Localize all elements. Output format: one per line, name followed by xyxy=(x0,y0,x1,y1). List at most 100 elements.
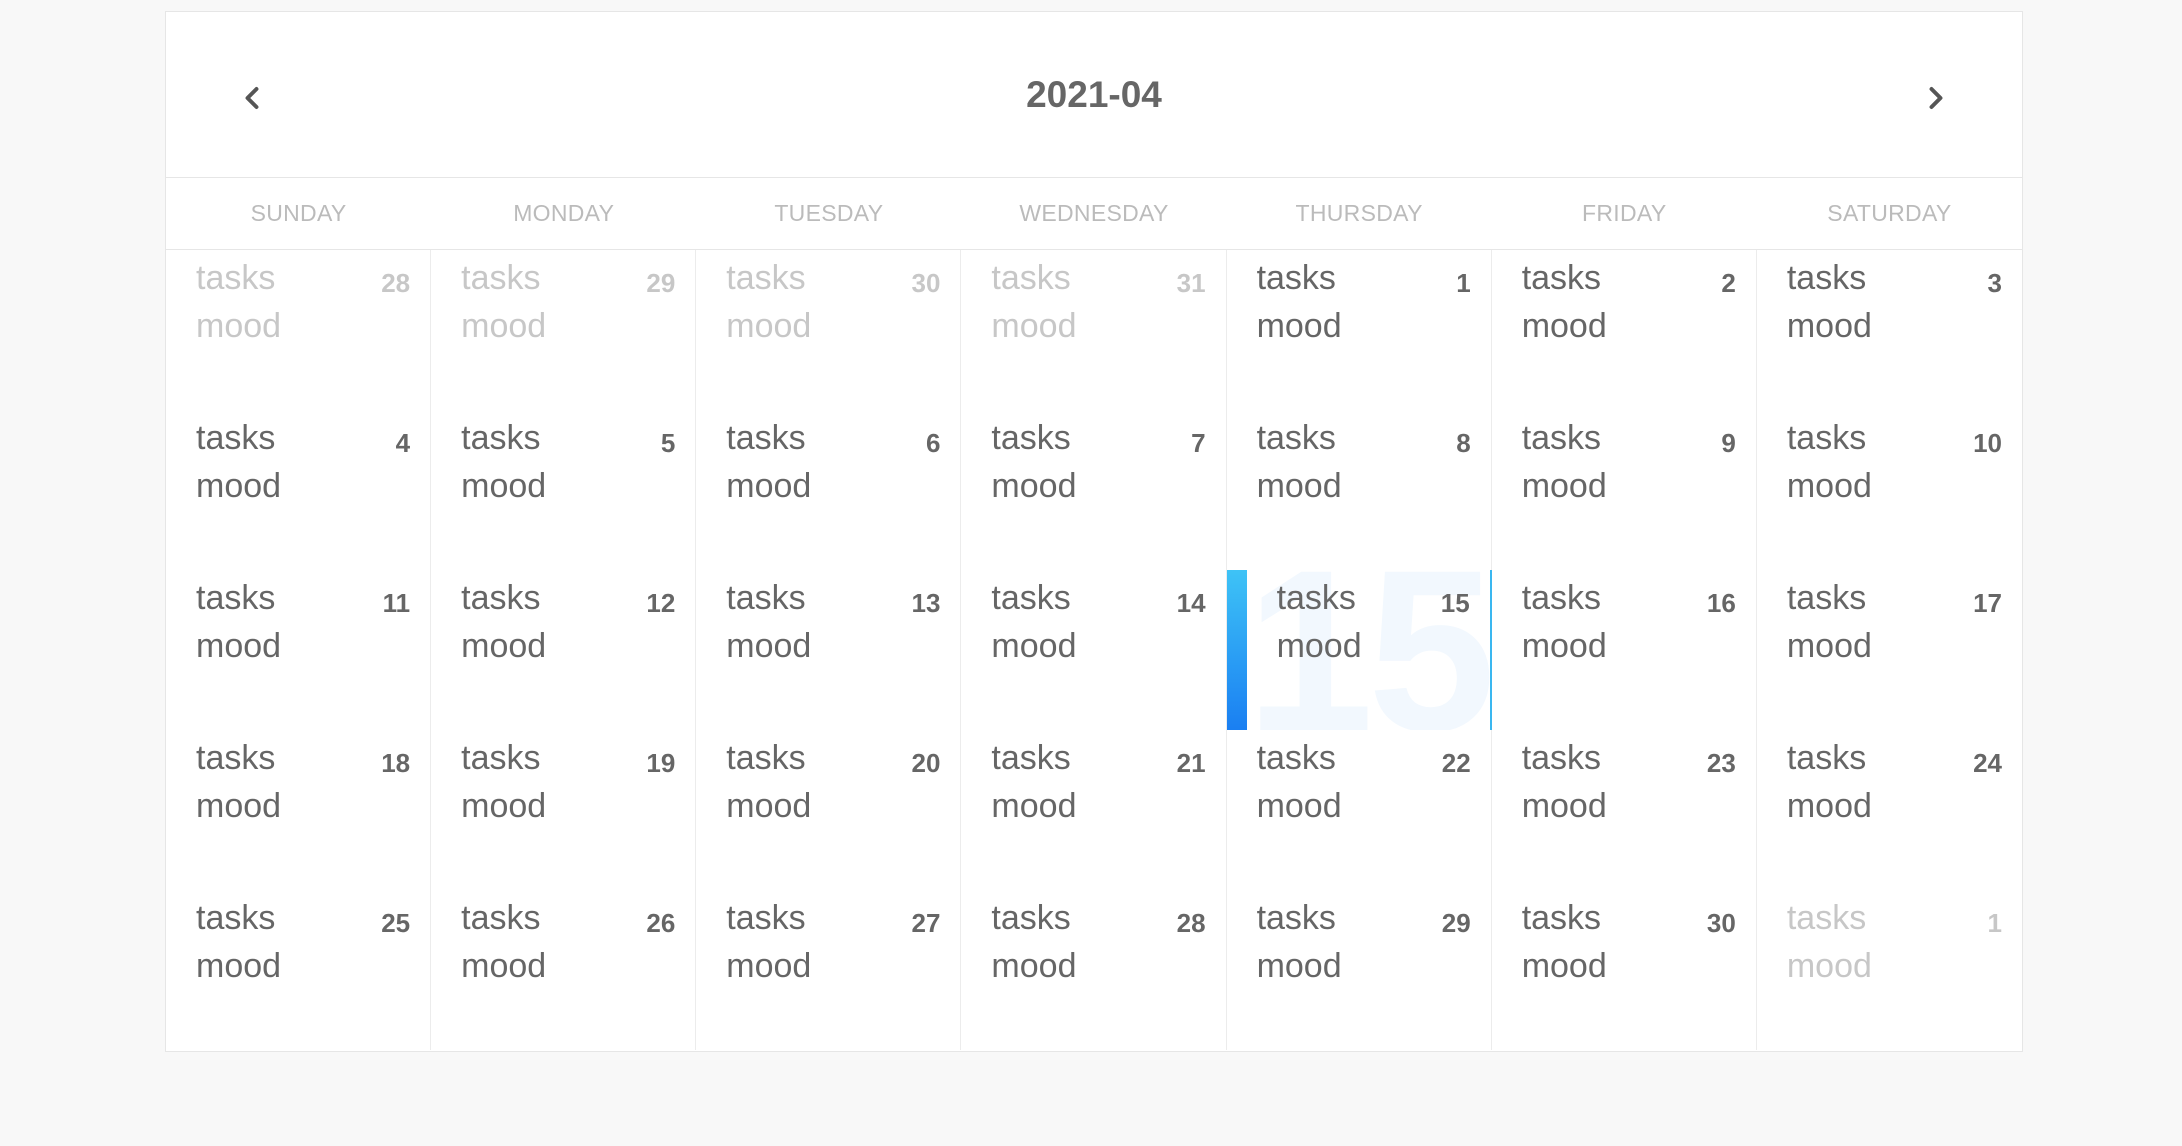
day-cell[interactable]: tasks mood 21 xyxy=(961,730,1227,890)
tasks-label[interactable]: tasks xyxy=(461,414,546,462)
day-cell[interactable]: tasks mood 4 xyxy=(166,410,432,570)
tasks-label[interactable]: tasks xyxy=(196,734,281,782)
mood-label[interactable]: mood xyxy=(1522,302,1607,350)
mood-label[interactable]: mood xyxy=(1257,302,1342,350)
tasks-label[interactable]: tasks xyxy=(991,254,1076,302)
mood-label[interactable]: mood xyxy=(461,942,546,990)
tasks-label[interactable]: tasks xyxy=(196,574,281,622)
mood-label[interactable]: mood xyxy=(1787,782,1872,830)
day-cell[interactable]: tasks mood 23 xyxy=(1492,730,1757,890)
tasks-label[interactable]: tasks xyxy=(1787,574,1872,622)
day-cell[interactable]: tasks mood 2 xyxy=(1492,250,1757,410)
day-cell[interactable]: tasks mood 17 xyxy=(1757,570,2022,730)
mood-label[interactable]: mood xyxy=(1522,782,1607,830)
mood-label[interactable]: mood xyxy=(726,462,811,510)
mood-label[interactable]: mood xyxy=(991,622,1076,670)
tasks-label[interactable]: tasks xyxy=(196,254,281,302)
day-cell[interactable]: tasks mood 30 xyxy=(696,250,962,410)
tasks-label[interactable]: tasks xyxy=(991,894,1076,942)
mood-label[interactable]: mood xyxy=(196,942,281,990)
mood-label[interactable]: mood xyxy=(1522,622,1607,670)
mood-label[interactable]: mood xyxy=(1787,302,1872,350)
day-cell[interactable]: tasks mood 19 xyxy=(431,730,697,890)
tasks-label[interactable]: tasks xyxy=(726,574,811,622)
mood-label[interactable]: mood xyxy=(726,622,811,670)
day-cell[interactable]: tasks mood 1 xyxy=(1757,890,2022,1050)
tasks-label[interactable]: tasks xyxy=(196,414,281,462)
day-cell[interactable]: tasks mood 24 xyxy=(1757,730,2022,890)
day-cell[interactable]: tasks mood 30 xyxy=(1492,890,1757,1050)
day-cell[interactable]: tasks mood 28 xyxy=(166,250,432,410)
mood-label[interactable]: mood xyxy=(991,782,1076,830)
mood-label[interactable]: mood xyxy=(196,782,281,830)
mood-label[interactable]: mood xyxy=(726,302,811,350)
tasks-label[interactable]: tasks xyxy=(726,734,811,782)
day-cell[interactable]: tasks mood 29 xyxy=(1227,890,1492,1050)
tasks-label[interactable]: tasks xyxy=(1522,734,1607,782)
tasks-label[interactable]: tasks xyxy=(1522,254,1607,302)
day-cell[interactable]: tasks mood 3 xyxy=(1757,250,2022,410)
day-cell[interactable]: tasks mood 8 xyxy=(1227,410,1492,570)
mood-label[interactable]: mood xyxy=(991,302,1076,350)
mood-label[interactable]: mood xyxy=(461,462,546,510)
day-cell[interactable]: tasks mood 16 xyxy=(1492,570,1757,730)
day-cell[interactable]: tasks mood 12 xyxy=(431,570,697,730)
mood-label[interactable]: mood xyxy=(1277,622,1362,670)
tasks-label[interactable]: tasks xyxy=(991,734,1076,782)
day-cell[interactable]: tasks mood 10 xyxy=(1757,410,2022,570)
day-cell[interactable]: tasks mood 18 xyxy=(166,730,432,890)
mood-label[interactable]: mood xyxy=(196,302,281,350)
tasks-label[interactable]: tasks xyxy=(1787,734,1872,782)
mood-label[interactable]: mood xyxy=(1257,782,1342,830)
mood-label[interactable]: mood xyxy=(461,622,546,670)
day-cell[interactable]: tasks mood 9 xyxy=(1492,410,1757,570)
mood-label[interactable]: mood xyxy=(1257,942,1342,990)
tasks-label[interactable]: tasks xyxy=(1277,574,1362,622)
mood-label[interactable]: mood xyxy=(726,782,811,830)
day-cell[interactable]: tasks mood 7 xyxy=(961,410,1227,570)
day-cell[interactable]: tasks mood 22 xyxy=(1227,730,1492,890)
tasks-label[interactable]: tasks xyxy=(1787,254,1872,302)
tasks-label[interactable]: tasks xyxy=(196,894,281,942)
tasks-label[interactable]: tasks xyxy=(461,254,546,302)
tasks-label[interactable]: tasks xyxy=(461,574,546,622)
tasks-label[interactable]: tasks xyxy=(1522,414,1607,462)
mood-label[interactable]: mood xyxy=(1257,462,1342,510)
day-cell[interactable]: tasks mood 11 xyxy=(166,570,432,730)
day-cell[interactable]: tasks mood 27 xyxy=(696,890,962,1050)
tasks-label[interactable]: tasks xyxy=(1257,414,1342,462)
tasks-label[interactable]: tasks xyxy=(726,414,811,462)
tasks-label[interactable]: tasks xyxy=(1522,574,1607,622)
tasks-label[interactable]: tasks xyxy=(991,414,1076,462)
tasks-label[interactable]: tasks xyxy=(1787,894,1872,942)
day-cell[interactable]: tasks mood 26 xyxy=(431,890,697,1050)
day-cell[interactable]: tasks mood 13 xyxy=(696,570,962,730)
day-cell[interactable]: tasks mood 6 xyxy=(696,410,962,570)
mood-label[interactable]: mood xyxy=(196,622,281,670)
day-cell[interactable]: tasks mood 31 xyxy=(961,250,1227,410)
day-cell[interactable]: tasks mood 1 xyxy=(1227,250,1492,410)
tasks-label[interactable]: tasks xyxy=(461,734,546,782)
mood-label[interactable]: mood xyxy=(1522,942,1607,990)
day-cell[interactable]: tasks mood 20 xyxy=(696,730,962,890)
tasks-label[interactable]: tasks xyxy=(461,894,546,942)
tasks-label[interactable]: tasks xyxy=(1257,734,1342,782)
mood-label[interactable]: mood xyxy=(991,942,1076,990)
day-cell-today[interactable]: 15 tasks mood 15 xyxy=(1226,570,1492,730)
tasks-label[interactable]: tasks xyxy=(1257,254,1342,302)
mood-label[interactable]: mood xyxy=(991,462,1076,510)
day-cell[interactable]: tasks mood 14 xyxy=(961,570,1227,730)
mood-label[interactable]: mood xyxy=(461,302,546,350)
mood-label[interactable]: mood xyxy=(1787,622,1872,670)
next-month-button[interactable] xyxy=(1906,68,1966,128)
mood-label[interactable]: mood xyxy=(1522,462,1607,510)
tasks-label[interactable]: tasks xyxy=(1787,414,1872,462)
tasks-label[interactable]: tasks xyxy=(1257,894,1342,942)
tasks-label[interactable]: tasks xyxy=(1522,894,1607,942)
mood-label[interactable]: mood xyxy=(1787,462,1872,510)
tasks-label[interactable]: tasks xyxy=(726,894,811,942)
mood-label[interactable]: mood xyxy=(1787,942,1872,990)
day-cell[interactable]: tasks mood 5 xyxy=(431,410,697,570)
tasks-label[interactable]: tasks xyxy=(726,254,811,302)
day-cell[interactable]: tasks mood 29 xyxy=(431,250,697,410)
